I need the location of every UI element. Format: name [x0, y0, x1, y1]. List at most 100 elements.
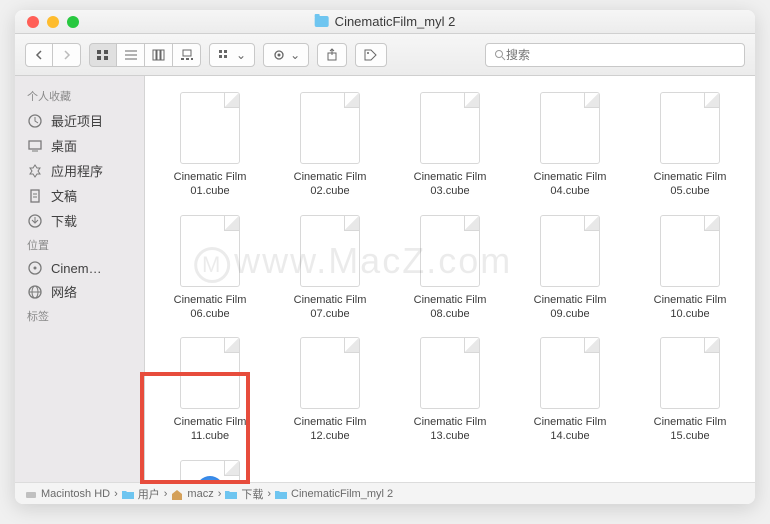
- cube-file-icon: [180, 92, 240, 164]
- safari-icon: [196, 476, 224, 482]
- chevron-down-icon: ⌄: [236, 48, 246, 62]
- titlebar: CinematicFilm_myl 2: [15, 10, 755, 34]
- share-button[interactable]: [317, 43, 347, 67]
- file-item[interactable]: Cinematic Film 04.cube: [511, 86, 629, 205]
- nav-buttons: [25, 43, 81, 67]
- action-button[interactable]: ⌄: [263, 43, 309, 67]
- cube-file-icon: [540, 337, 600, 409]
- gear-icon: [272, 48, 286, 62]
- network-icon: [27, 284, 43, 300]
- folder-icon: [315, 16, 329, 27]
- path-bar: Macintosh HD›用户›macz›下载›CinematicFilm_my…: [15, 482, 755, 504]
- file-item[interactable]: Cinematic Film 07.cube: [271, 209, 389, 328]
- sidebar-item-label: 桌面: [51, 136, 77, 155]
- sidebar-item-label: 最近项目: [51, 111, 103, 130]
- file-item[interactable]: Cinematic Film 13.cube: [391, 331, 509, 450]
- breadcrumb-item[interactable]: Macintosh HD: [25, 488, 110, 500]
- file-name: Cinematic Film 09.cube: [515, 293, 625, 322]
- tag-icon: [364, 49, 378, 61]
- cube-file-icon: [180, 337, 240, 409]
- file-name: Cinematic Film 06.cube: [155, 293, 265, 322]
- breadcrumb-item[interactable]: 下载: [225, 486, 263, 502]
- file-item[interactable]: WEBLOCLUT 调色预设导入教程- Ma….webloc: [151, 454, 269, 482]
- sidebar-section-header: 标签: [15, 304, 144, 328]
- cube-file-icon: [300, 215, 360, 287]
- list-view-button[interactable]: [117, 43, 145, 67]
- view-mode-segment: [89, 43, 201, 67]
- breadcrumb-item[interactable]: CinematicFilm_myl 2: [275, 488, 393, 500]
- breadcrumb-item[interactable]: macz: [171, 488, 213, 500]
- file-item[interactable]: Cinematic Film 15.cube: [631, 331, 749, 450]
- finder-window: CinematicFilm_myl 2 ⌄ ⌄ 个人收藏最近项目桌面应用程序文稿…: [15, 10, 755, 504]
- cube-file-icon: [300, 92, 360, 164]
- breadcrumb-item[interactable]: 用户: [122, 486, 160, 502]
- cube-file-icon: [660, 215, 720, 287]
- file-item[interactable]: Cinematic Film 08.cube: [391, 209, 509, 328]
- file-name: Cinematic Film 02.cube: [275, 170, 385, 199]
- forward-button[interactable]: [53, 43, 81, 67]
- apps-icon: [27, 163, 43, 179]
- file-item[interactable]: Cinematic Film 03.cube: [391, 86, 509, 205]
- sidebar-section-header: 个人收藏: [15, 84, 144, 108]
- file-name: Cinematic Film 11.cube: [155, 415, 265, 444]
- cube-file-icon: [420, 337, 480, 409]
- column-view-button[interactable]: [145, 43, 173, 67]
- file-item[interactable]: Cinematic Film 06.cube: [151, 209, 269, 328]
- minimize-button[interactable]: [47, 16, 59, 28]
- window-title: CinematicFilm_myl 2: [315, 14, 456, 29]
- breadcrumb-label: macz: [187, 488, 213, 500]
- file-item[interactable]: Cinematic Film 12.cube: [271, 331, 389, 450]
- file-item[interactable]: Cinematic Film 01.cube: [151, 86, 269, 205]
- gallery-view-button[interactable]: [173, 43, 201, 67]
- file-item[interactable]: Cinematic Film 14.cube: [511, 331, 629, 450]
- document-icon: [27, 188, 43, 204]
- breadcrumb-label: 用户: [138, 486, 160, 502]
- file-name: Cinematic Film 07.cube: [275, 293, 385, 322]
- sidebar-item[interactable]: 网络: [15, 279, 144, 304]
- downloads-icon: [27, 213, 43, 229]
- file-item[interactable]: Cinematic Film 11.cube: [151, 331, 269, 450]
- search-icon: [494, 49, 506, 61]
- file-grid[interactable]: Cinematic Film 01.cubeCinematic Film 02.…: [145, 76, 755, 482]
- search-field[interactable]: [485, 43, 745, 67]
- file-item[interactable]: Cinematic Film 05.cube: [631, 86, 749, 205]
- tags-button[interactable]: [355, 43, 387, 67]
- file-name: Cinematic Film 05.cube: [635, 170, 745, 199]
- folder-icon: [275, 489, 287, 499]
- back-button[interactable]: [25, 43, 53, 67]
- cube-file-icon: [660, 92, 720, 164]
- share-icon: [326, 48, 338, 62]
- sidebar-item[interactable]: 文稿: [15, 183, 144, 208]
- file-name: Cinematic Film 08.cube: [395, 293, 505, 322]
- sidebar-item[interactable]: 下载: [15, 208, 144, 233]
- breadcrumb-separator: ›: [114, 488, 118, 500]
- maximize-button[interactable]: [67, 16, 79, 28]
- sidebar-item-label: 应用程序: [51, 161, 103, 180]
- sidebar-section-header: 位置: [15, 233, 144, 257]
- folder-icon: [225, 489, 237, 499]
- home-icon: [171, 489, 183, 499]
- file-item[interactable]: Cinematic Film 09.cube: [511, 209, 629, 328]
- search-input[interactable]: [506, 48, 736, 62]
- sidebar-item[interactable]: Cinem…: [15, 257, 144, 279]
- arrange-button[interactable]: ⌄: [209, 43, 255, 67]
- file-item[interactable]: Cinematic Film 10.cube: [631, 209, 749, 328]
- desktop-icon: [27, 138, 43, 154]
- sidebar-item-label: 下载: [51, 211, 77, 230]
- close-button[interactable]: [27, 16, 39, 28]
- file-name: Cinematic Film 04.cube: [515, 170, 625, 199]
- clock-icon: [27, 113, 43, 129]
- sidebar-item[interactable]: 最近项目: [15, 108, 144, 133]
- file-item[interactable]: Cinematic Film 02.cube: [271, 86, 389, 205]
- cube-file-icon: [300, 337, 360, 409]
- sidebar-item[interactable]: 桌面: [15, 133, 144, 158]
- icon-view-button[interactable]: [89, 43, 117, 67]
- chevron-down-icon: ⌄: [290, 48, 300, 62]
- cube-file-icon: [660, 337, 720, 409]
- file-name: Cinematic Film 14.cube: [515, 415, 625, 444]
- breadcrumb-label: Macintosh HD: [41, 488, 110, 500]
- sidebar-item[interactable]: 应用程序: [15, 158, 144, 183]
- sidebar-item-label: Cinem…: [51, 261, 102, 276]
- cube-file-icon: [180, 215, 240, 287]
- file-name: Cinematic Film 03.cube: [395, 170, 505, 199]
